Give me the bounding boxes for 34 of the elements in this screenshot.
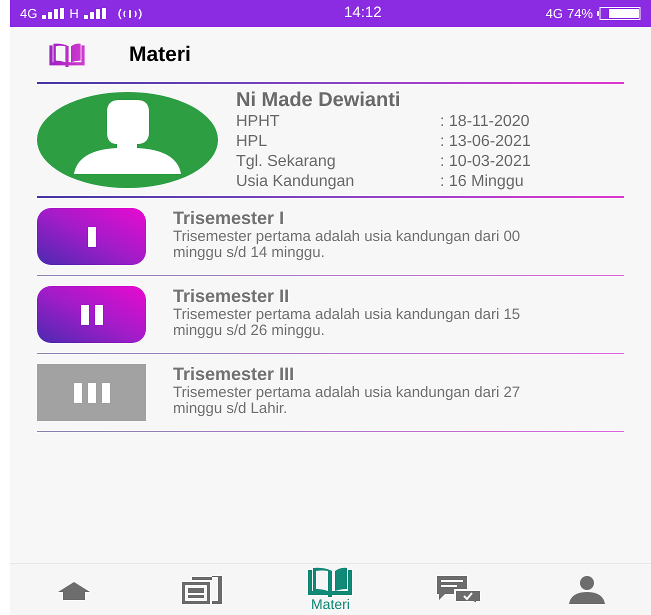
hotspot-icon [116, 8, 143, 20]
trimester-badge[interactable] [37, 286, 146, 343]
field-label: HPHT [236, 112, 281, 132]
avatar-icon [37, 92, 218, 188]
trimester-description: Trisemester pertama adalah usia kandungan dari 27 minggu s/d Lahir. [173, 385, 522, 417]
signal-icon [42, 8, 64, 19]
field-label: HPL [236, 132, 268, 152]
field-label: Usia Kandungan [236, 172, 356, 192]
trimester-description: Trisemester pertama adalah usia kandungan dari 00 minggu s/d 14 minggu. [173, 229, 522, 261]
trimester-title: Trisemester I [173, 208, 286, 229]
field-label: Tgl. Sekarang [236, 152, 337, 172]
battery-icon [597, 7, 641, 20]
chat-icon [436, 576, 481, 604]
field-value: : 10-03-2021 [440, 152, 531, 172]
signal-icon [84, 8, 106, 19]
trimester-description: Trisemester pertama adalah usia kandungan dari 15 minggu s/d 26 minggu. [173, 307, 522, 339]
network-label: 4G [546, 4, 563, 23]
patient-name: Ni Made Dewianti [236, 88, 402, 112]
field-value: : 13-06-2021 [440, 132, 531, 152]
page-title: Materi [129, 42, 191, 68]
book-icon [308, 567, 352, 597]
trimester-title: Trisemester III [173, 364, 296, 385]
clock: 14:12 [343, 3, 383, 24]
trimester-title: Trisemester II [173, 286, 290, 307]
newspaper-icon [182, 576, 222, 604]
signal-label: 4G [20, 4, 38, 23]
signal-label: H [69, 4, 79, 23]
trimester-badge[interactable] [37, 208, 146, 265]
nav-tab[interactable]: Materi [290, 564, 370, 614]
battery-percent: 74% [566, 4, 593, 23]
field-value: : 18-11-2020 [440, 112, 530, 132]
home-icon [57, 580, 92, 600]
person-icon [568, 576, 605, 604]
field-value: : 16 Minggu [440, 172, 524, 192]
